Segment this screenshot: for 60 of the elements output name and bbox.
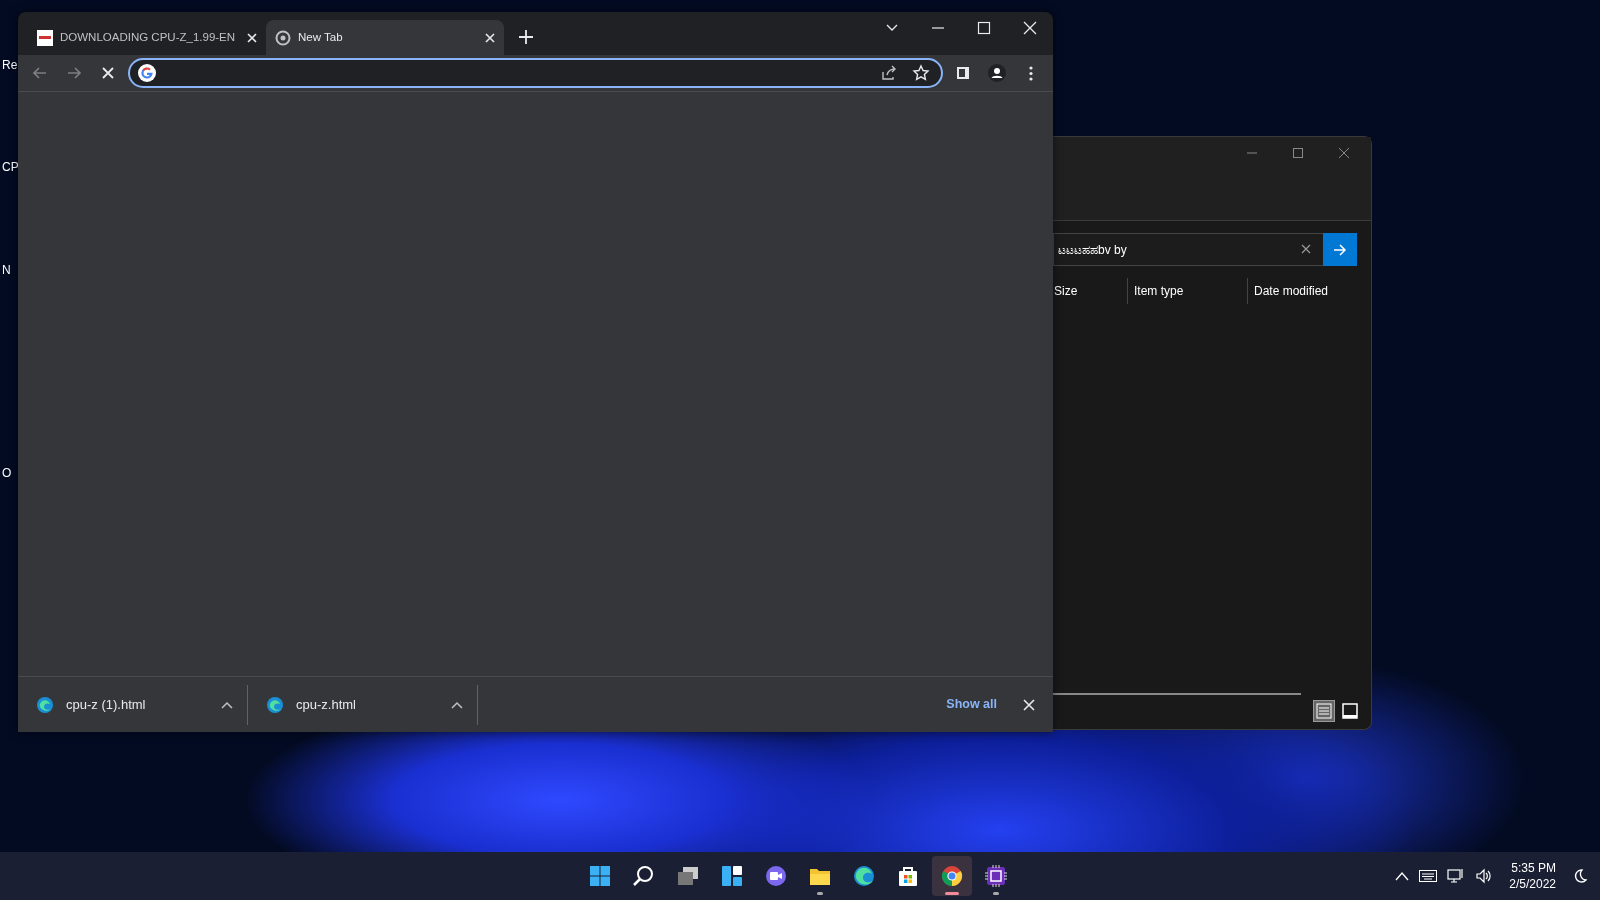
widgets-icon [720, 864, 744, 888]
taskbar-button[interactable] [932, 856, 972, 896]
camera-icon [764, 864, 788, 888]
windows-icon [676, 864, 700, 888]
person-icon [988, 64, 1006, 82]
close-icon [1337, 146, 1351, 160]
close-icon[interactable] [485, 32, 495, 43]
side-panel-icon [954, 64, 972, 82]
share-icon [880, 64, 898, 82]
shopping-bag-icon [896, 864, 920, 888]
plus-icon [519, 30, 533, 44]
download-filename: cpu-z (1).html [66, 695, 147, 714]
column-header[interactable]: Date modified [1247, 278, 1371, 304]
network-icon[interactable] [1447, 868, 1466, 884]
show-all-link[interactable]: Show all [940, 694, 1003, 715]
desktop-icon-label: Re [2, 58, 18, 72]
arrow-right-icon [1333, 243, 1347, 256]
moon-icon[interactable] [1572, 868, 1588, 884]
window-icon [1342, 703, 1358, 719]
chrome-icon [940, 864, 964, 888]
start-icon [588, 864, 612, 888]
desktop-icon-label: CP [2, 160, 19, 174]
column-header[interactable]: Size [1053, 278, 1127, 304]
list-icon [1316, 703, 1332, 719]
caret-icon[interactable] [451, 700, 463, 709]
menu-icon [1029, 65, 1033, 81]
chip-icon [984, 864, 1008, 888]
clock[interactable]: 5:35 PM 2/5/2022 [1503, 859, 1562, 893]
close-icon [1023, 698, 1035, 711]
speaker-icon[interactable] [1475, 868, 1494, 884]
star-icon [912, 64, 930, 82]
browser-tab[interactable]: New Tab [266, 20, 504, 55]
maximize-icon [1291, 146, 1305, 160]
globe-icon [275, 29, 291, 46]
search-field[interactable]: ಟಟಟಹಹbv by [1053, 233, 1323, 266]
maximize-icon [977, 21, 991, 35]
edge-icon [852, 864, 876, 888]
file-icon [266, 695, 284, 714]
column-header[interactable]: Item type [1127, 278, 1247, 304]
chevron-up-icon[interactable] [1395, 871, 1410, 881]
clock-date: 2/5/2022 [1509, 876, 1556, 892]
address-bar[interactable] [128, 58, 943, 88]
close-icon[interactable] [247, 32, 257, 43]
download-item[interactable]: cpu-z.html [248, 684, 478, 725]
search-go-button[interactable] [1323, 233, 1357, 266]
clear-icon[interactable] [1301, 244, 1311, 254]
download-item[interactable]: cpu-z (1).html [18, 684, 248, 725]
tiles-view-button[interactable] [1339, 700, 1361, 722]
desktop-icon-label: O [2, 466, 12, 480]
browser-tab[interactable]: DOWNLOADING CPU-Z_1.99-EN [28, 20, 266, 55]
google-logo-icon [138, 64, 156, 82]
site-favicon [37, 29, 53, 46]
download-filename: cpu-z.html [296, 695, 357, 714]
caret-icon[interactable] [221, 700, 233, 709]
file-icon [36, 695, 54, 714]
clock-time: 5:35 PM [1511, 860, 1556, 876]
keyboard-icon[interactable] [1419, 870, 1438, 882]
close-icon [1023, 21, 1037, 35]
desktop-icon-label: N [2, 263, 11, 277]
search-icon [632, 864, 656, 888]
